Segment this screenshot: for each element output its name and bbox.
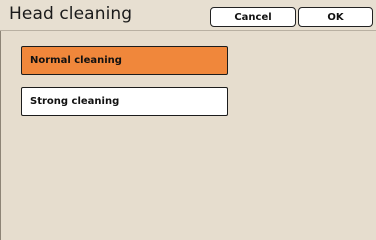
normal-cleaning-label: Normal cleaning: [30, 55, 122, 66]
head-cleaning-screen: Head cleaning Cancel OK Normal cleaning …: [0, 0, 376, 240]
normal-cleaning-option[interactable]: Normal cleaning: [21, 46, 228, 75]
strong-cleaning-label: Strong cleaning: [30, 96, 120, 107]
cancel-button[interactable]: Cancel: [210, 7, 296, 27]
strong-cleaning-option[interactable]: Strong cleaning: [21, 87, 228, 116]
page-title: Head cleaning: [9, 4, 133, 24]
ok-button[interactable]: OK: [298, 7, 373, 27]
title-bar: Head cleaning Cancel OK: [0, 0, 376, 31]
